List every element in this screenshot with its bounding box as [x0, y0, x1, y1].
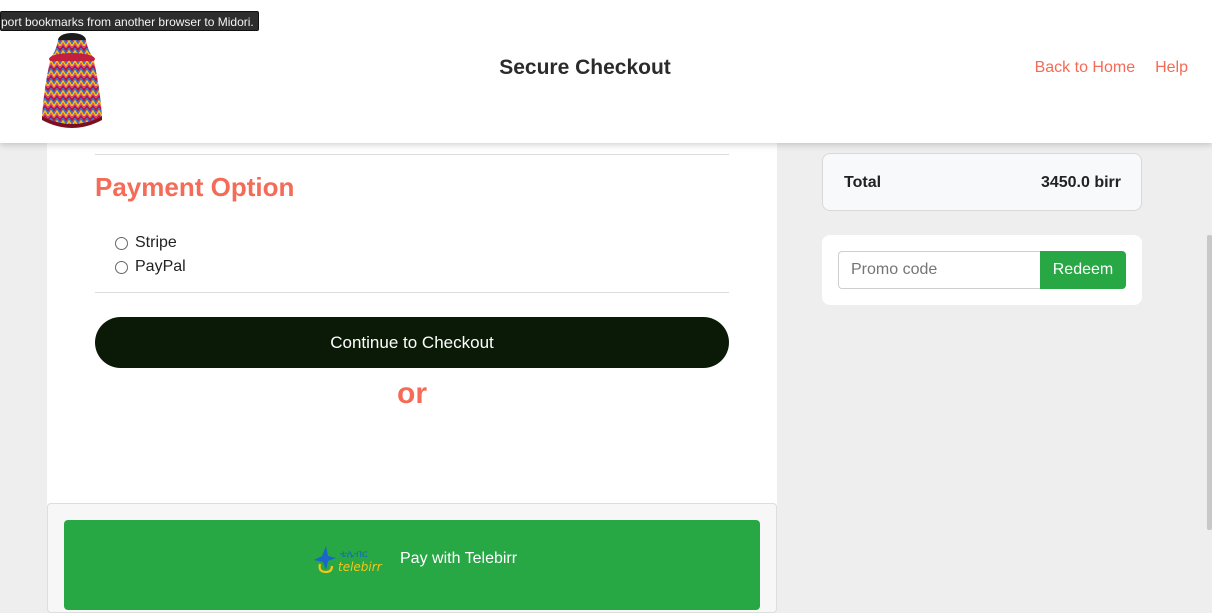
- nav-back-to-home-link[interactable]: Back to Home: [1035, 59, 1135, 77]
- total-label: Total: [844, 174, 882, 191]
- telebirr-logo-icon: ቴሌብር telebirr: [314, 546, 383, 574]
- or-separator: or: [397, 377, 427, 410]
- nav-help-link[interactable]: Help: [1155, 59, 1188, 77]
- telebirr-button-label: Pay with Telebirr: [400, 550, 518, 567]
- page-title: Secure Checkout: [499, 56, 671, 79]
- telebirr-logo-amharic: ቴሌብር: [340, 549, 368, 560]
- paypal-radio[interactable]: [115, 260, 128, 274]
- browser-tooltip: port bookmarks from another browser to M…: [0, 11, 259, 31]
- continue-to-checkout-button[interactable]: Continue to Checkout: [95, 317, 729, 368]
- header-nav: Back to Home Help: [1035, 59, 1188, 77]
- paypal-label: PayPal: [135, 258, 186, 275]
- payment-options: Stripe PayPal: [115, 231, 186, 279]
- telebirr-logo-text: telebirr: [338, 560, 383, 574]
- divider: [95, 292, 729, 293]
- telebirr-card: ቴሌብር telebirr Pay with Telebirr: [47, 503, 777, 613]
- order-total-card: Total 3450.0 birr: [822, 153, 1142, 211]
- payment-option-heading: Payment Option: [95, 172, 295, 202]
- payment-option-stripe[interactable]: Stripe: [115, 231, 186, 255]
- stripe-label: Stripe: [135, 234, 177, 251]
- stripe-radio[interactable]: [115, 236, 128, 250]
- page-scrollbar[interactable]: [1207, 235, 1212, 530]
- divider: [95, 154, 729, 155]
- promo-code-input[interactable]: [838, 251, 1041, 289]
- promo-card: Redeem: [822, 235, 1142, 305]
- telebirr-button-content: ቴሌብር telebirr Pay with Telebirr: [310, 540, 517, 578]
- pay-with-telebirr-button[interactable]: ቴሌብር telebirr Pay with Telebirr: [64, 520, 760, 610]
- payment-option-paypal[interactable]: PayPal: [115, 255, 186, 279]
- redeem-button[interactable]: Redeem: [1040, 251, 1126, 289]
- total-value: 3450.0 birr: [1040, 174, 1121, 191]
